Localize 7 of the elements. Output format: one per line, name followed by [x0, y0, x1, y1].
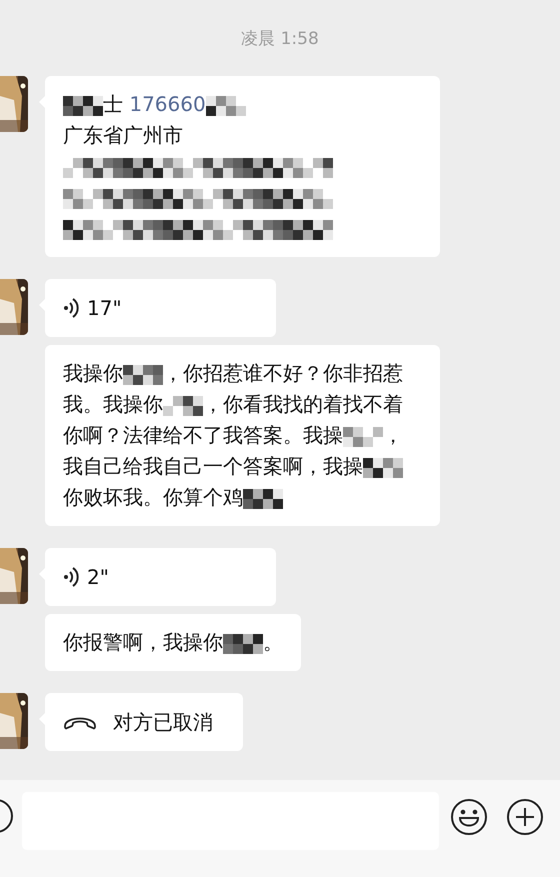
message-text: 我操你 ，你招惹谁不好？你非招惹我。我操你 ，你看我找的着找不着你啊？法律给不了我答案。我操 ，我自己给我自己一个答案啊，我操 你败坏我。你算个鸡 — [45, 345, 440, 526]
message-timestamp: 凌晨 1:58 — [240, 28, 320, 50]
voice-icon — [63, 297, 79, 319]
voice-icon — [63, 566, 79, 588]
add-icon[interactable] — [506, 798, 544, 836]
emoji-icon[interactable] — [450, 798, 488, 836]
message-text: 你报警啊，我操你 。 — [45, 614, 301, 671]
